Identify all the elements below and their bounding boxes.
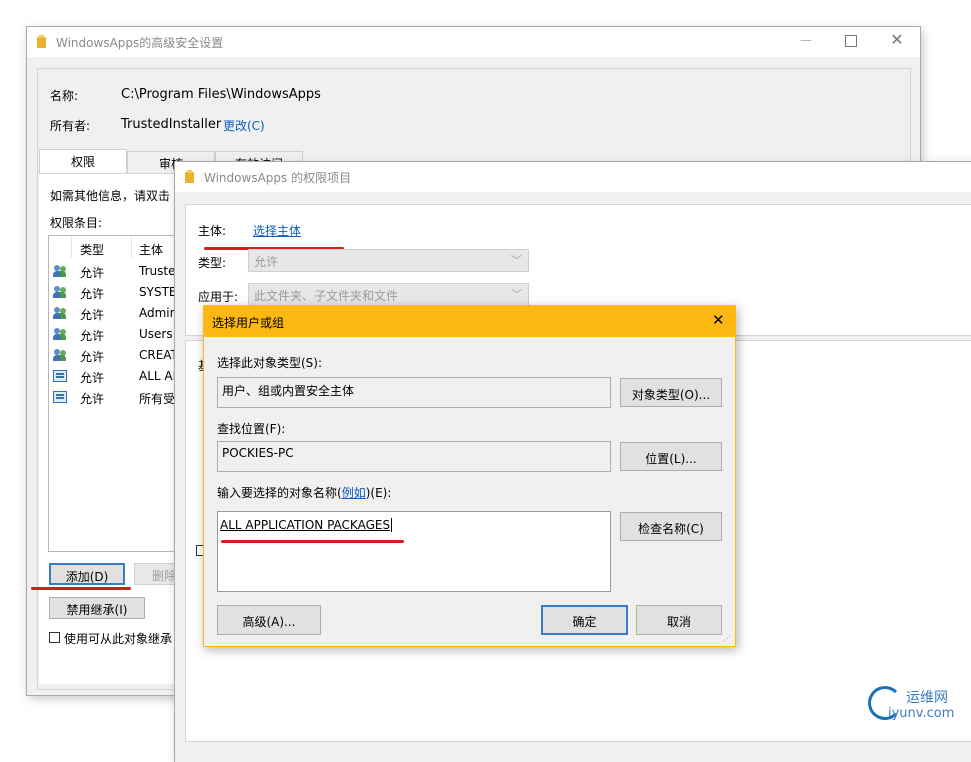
enter-names-label: 输入要选择的对象名称(例如)(E): [217, 484, 391, 501]
select-users-dialog: 选择用户或组 ✕ 选择此对象类型(S): 用户、组或内置安全主体 对象类型(O)… [203, 305, 736, 647]
header-divider [131, 236, 132, 258]
object-type-label: 选择此对象类型(S): [217, 356, 323, 370]
row-type: 允许 [80, 371, 105, 385]
watermark-line1: 运维网 [906, 690, 948, 706]
owner-label: 所有者: [50, 119, 91, 133]
dialog-title: 选择用户或组 [212, 316, 285, 330]
location-field: POCKIES-PC [217, 441, 611, 472]
maximize-button[interactable] [845, 35, 857, 47]
app-package-icon [53, 391, 67, 403]
table-row[interactable]: 允许 CREAT [49, 345, 189, 366]
applies-to-value: 此文件夹、子文件夹和文件 [254, 289, 399, 303]
info-text: 如需其他信息，请双击 [50, 189, 171, 203]
row-principal: ALL AP [139, 369, 180, 383]
window-title: WindowsApps的高级安全设置 [56, 36, 224, 50]
add-button[interactable]: 添加(D) [49, 563, 125, 585]
object-names-input[interactable]: ALL APPLICATION PACKAGES [217, 511, 611, 592]
chevron-down-icon: ﹀ [511, 288, 522, 301]
select-principal-link[interactable]: 选择主体 [253, 222, 301, 239]
dialog-title-bar: 选择用户或组 ✕ [204, 306, 735, 337]
resize-grip-icon[interactable]: ⋰ [723, 634, 731, 643]
title-bar: WindowsApps的高级安全设置 — ✕ [27, 27, 920, 57]
user-group-icon [53, 286, 67, 298]
column-principal-header[interactable]: 主体 [139, 241, 163, 258]
enter-names-label-pre: 输入要选择的对象名称( [217, 486, 342, 500]
advanced-button[interactable]: 高级(A)... [217, 605, 321, 635]
table-row[interactable]: 允许 SYSTE [49, 282, 189, 303]
title-bar: WindowsApps 的权限项目 [175, 162, 971, 192]
table-row[interactable]: 允许 Truste [49, 261, 189, 282]
watermark-line2: iyunv.com [888, 706, 955, 721]
table-row[interactable]: 允许 所有受 [49, 387, 189, 408]
row-principal: SYSTE [139, 285, 177, 299]
type-value: 允许 [254, 255, 279, 269]
row-principal: CREAT [139, 348, 178, 362]
applies-to-label: 应用于: [198, 290, 239, 304]
row-principal: Truste [139, 264, 176, 278]
annotation-underline [31, 587, 131, 590]
user-group-icon [53, 328, 67, 340]
watermark-logo: 运维网 iyunv.com [866, 684, 966, 728]
change-owner-link[interactable]: 更改(C) [223, 117, 265, 134]
row-principal: 所有受 [139, 392, 176, 406]
folder-icon [185, 170, 194, 183]
row-type: 允许 [80, 392, 105, 406]
folder-icon [37, 35, 46, 48]
app-package-icon [53, 370, 67, 382]
annotation-underline [221, 540, 404, 543]
row-type: 允许 [80, 329, 105, 343]
chevron-down-icon: ﹀ [511, 254, 522, 267]
row-type: 允许 [80, 308, 105, 322]
applies-to-dropdown[interactable]: 此文件夹、子文件夹和文件 ﹀ [248, 283, 529, 306]
name-value: C:\Program Files\WindowsApps [121, 87, 321, 102]
type-dropdown[interactable]: 允许 ﹀ [248, 249, 529, 272]
location-label: 查找位置(F): [217, 422, 286, 436]
user-group-icon [53, 265, 67, 277]
principal-label: 主体: [198, 224, 227, 238]
row-principal: Admin [139, 306, 178, 320]
table-row[interactable]: 允许 Admin [49, 303, 189, 324]
user-group-icon [53, 307, 67, 319]
minimize-button[interactable]: — [797, 33, 815, 49]
tab-permissions[interactable]: 权限 [39, 149, 127, 173]
row-type: 允许 [80, 287, 105, 301]
locations-button[interactable]: 位置(L)... [620, 442, 722, 471]
object-types-button[interactable]: 对象类型(O)... [620, 378, 722, 407]
close-icon[interactable]: ✕ [712, 311, 725, 329]
disable-inheritance-button[interactable]: 禁用继承(I) [49, 597, 145, 619]
table-row[interactable]: 允许 ALL AP [49, 366, 189, 387]
window-title: WindowsApps 的权限项目 [204, 171, 352, 185]
row-type: 允许 [80, 350, 105, 364]
replace-child-checkbox[interactable] [49, 632, 60, 643]
examples-link[interactable]: 例如 [342, 486, 366, 500]
table-row[interactable]: 允许 Users [49, 324, 189, 345]
close-button[interactable]: ✕ [889, 30, 905, 50]
user-group-icon [53, 349, 67, 361]
object-type-field: 用户、组或内置安全主体 [217, 377, 611, 408]
type-label: 类型: [198, 256, 227, 270]
row-type: 允许 [80, 266, 105, 280]
header-divider [71, 236, 72, 258]
permission-entries-label: 权限条目: [50, 216, 103, 230]
replace-child-label: 使用可从此对象继承 [64, 632, 173, 646]
check-names-button[interactable]: 检查名称(C) [620, 512, 722, 541]
column-type-header[interactable]: 类型 [80, 241, 104, 258]
name-label: 名称: [50, 89, 79, 103]
enter-names-label-post: )(E): [365, 486, 392, 500]
owner-value: TrustedInstaller [121, 117, 222, 132]
row-principal: Users [139, 327, 173, 341]
cancel-button[interactable]: 取消 [636, 605, 722, 635]
object-names-value: ALL APPLICATION PACKAGES [220, 518, 393, 532]
ok-button[interactable]: 确定 [541, 605, 628, 635]
